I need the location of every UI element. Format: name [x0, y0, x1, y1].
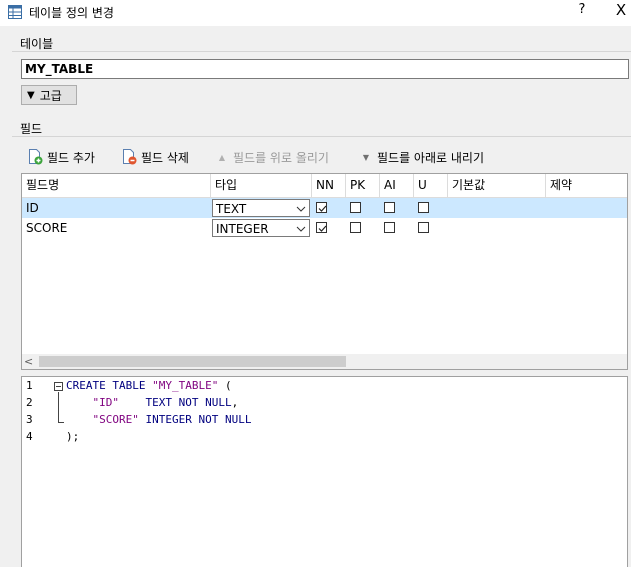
line-number-gutter: 1 2 3 4	[22, 377, 52, 567]
help-button[interactable]: ?	[574, 2, 590, 17]
triangle-down-icon: ▼	[27, 89, 35, 101]
check-icon	[318, 205, 327, 212]
advanced-label: 고급	[39, 88, 62, 103]
add-field-button[interactable]: 필드 추가	[27, 148, 95, 166]
pk-checkbox[interactable]	[350, 222, 361, 233]
field-row[interactable]: ID TEXT	[22, 198, 627, 218]
line-number: 3	[26, 413, 33, 426]
ai-checkbox[interactable]	[384, 222, 395, 233]
sql-editor[interactable]: 1 2 3 4 CREATE TABLE "MY_TABLE" ( "ID" T…	[21, 376, 628, 567]
fold-guide-end	[58, 422, 64, 423]
move-field-down-label: 필드를 아래로 내리기	[377, 150, 484, 165]
move-field-up-label: 필드를 위로 올리기	[233, 150, 329, 165]
field-name-cell[interactable]: SCORE	[26, 218, 67, 238]
scrollbar-thumb[interactable]	[39, 356, 346, 367]
line-number: 4	[26, 430, 33, 443]
grid-header: 필드명 타입 NN PK AI U 기본값 제약	[22, 174, 627, 198]
move-field-down-button[interactable]: ▼ 필드를 아래로 내리기	[358, 148, 484, 166]
column-header-ai[interactable]: AI	[380, 174, 414, 197]
unique-checkbox[interactable]	[418, 202, 429, 213]
field-type-select[interactable]: TEXT	[212, 199, 310, 217]
field-row[interactable]: SCORE INTEGER	[22, 218, 627, 238]
code-line-4: );	[66, 430, 80, 443]
fold-guide	[58, 392, 59, 423]
table-section-divider	[12, 51, 631, 52]
arrow-up-icon: ▲	[218, 152, 226, 162]
line-number: 1	[26, 379, 33, 392]
title-bar: 테이블 정의 변경 ? X	[0, 0, 631, 26]
field-type-value: TEXT	[216, 202, 247, 216]
column-header-default[interactable]: 기본값	[448, 174, 546, 197]
fields-section-label: 필드	[20, 122, 43, 136]
column-header-nn[interactable]: NN	[312, 174, 346, 197]
column-header-name[interactable]: 필드명	[22, 174, 211, 197]
table-icon	[8, 5, 22, 19]
pk-checkbox[interactable]	[350, 202, 361, 213]
code-line-3: "SCORE" INTEGER NOT NULL	[92, 413, 252, 426]
arrow-down-icon: ▼	[362, 152, 370, 162]
fields-grid[interactable]: 필드명 타입 NN PK AI U 기본값 제약 ID TEXT SCORE I…	[21, 173, 628, 370]
horizontal-scrollbar[interactable]: <	[22, 354, 627, 369]
chevron-down-icon	[296, 226, 306, 232]
check-icon	[318, 225, 327, 232]
ai-checkbox[interactable]	[384, 202, 395, 213]
chevron-down-icon	[296, 206, 306, 212]
delete-field-label: 필드 삭제	[141, 150, 189, 165]
delete-field-icon	[123, 149, 137, 165]
line-number: 2	[26, 396, 33, 409]
field-type-select[interactable]: INTEGER	[212, 219, 310, 237]
fold-toggle-icon[interactable]	[54, 382, 63, 391]
move-field-up-button[interactable]: ▲ 필드를 위로 올리기	[214, 148, 329, 166]
advanced-button[interactable]: ▼ 고급	[21, 85, 77, 105]
add-field-icon	[29, 149, 43, 165]
unique-checkbox[interactable]	[418, 222, 429, 233]
field-type-value: INTEGER	[216, 222, 269, 236]
add-field-label: 필드 추가	[47, 150, 95, 165]
table-name-input[interactable]	[21, 59, 629, 79]
delete-field-button[interactable]: 필드 삭제	[121, 148, 189, 166]
column-header-type[interactable]: 타입	[211, 174, 312, 197]
column-header-u[interactable]: U	[414, 174, 448, 197]
column-header-constraint[interactable]: 제약	[546, 174, 627, 197]
scroll-left-button[interactable]: <	[24, 354, 36, 369]
close-button[interactable]: X	[613, 1, 629, 19]
table-section-label: 테이블	[20, 37, 54, 51]
field-name-cell[interactable]: ID	[26, 198, 39, 218]
nn-checkbox[interactable]	[316, 222, 327, 233]
code-line-2: "ID" TEXT NOT NULL,	[92, 396, 239, 409]
window-title: 테이블 정의 변경	[29, 6, 114, 20]
column-header-pk[interactable]: PK	[346, 174, 380, 197]
fields-section-divider	[12, 136, 631, 137]
code-line-1: CREATE TABLE "MY_TABLE" (	[66, 379, 232, 392]
nn-checkbox[interactable]	[316, 202, 327, 213]
